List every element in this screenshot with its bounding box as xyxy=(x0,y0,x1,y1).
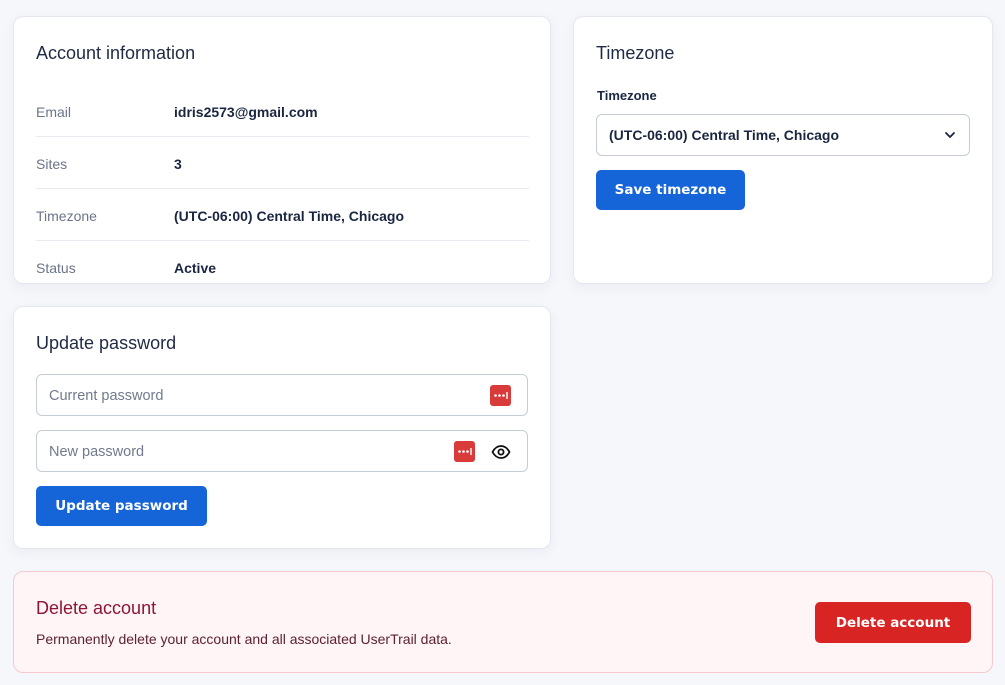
delete-account-button[interactable]: Delete account xyxy=(815,602,971,643)
timezone-select-value: (UTC-06:00) Central Time, Chicago xyxy=(609,127,840,143)
timezone-label: Timezone xyxy=(36,208,97,224)
info-row-sites: Sites 3 xyxy=(36,137,529,189)
new-password-placeholder: New password xyxy=(49,444,145,460)
current-password-input[interactable]: Current password xyxy=(36,374,528,416)
delete-account-title: Delete account xyxy=(36,598,157,618)
sites-value: 3 xyxy=(174,156,182,172)
timezone-card: Timezone Timezone (UTC-06:00) Central Ti… xyxy=(573,16,993,284)
account-information-card: Account information Email idris2573@gmai… xyxy=(13,16,551,284)
eye-icon[interactable] xyxy=(491,443,511,461)
account-information-title: Account information xyxy=(36,43,196,63)
timezone-card-title: Timezone xyxy=(596,43,675,63)
info-row-email: Email idris2573@gmail.com xyxy=(36,85,529,137)
update-password-title: Update password xyxy=(36,333,177,353)
info-row-status: Status Active xyxy=(36,241,529,293)
timezone-select[interactable]: (UTC-06:00) Central Time, Chicago xyxy=(596,114,970,156)
delete-account-description: Permanently delete your account and all … xyxy=(36,631,452,647)
timezone-field-label: Timezone xyxy=(597,88,657,103)
email-label: Email xyxy=(36,104,72,120)
password-manager-icon[interactable] xyxy=(490,385,511,406)
new-password-input[interactable]: New password xyxy=(36,430,528,472)
save-timezone-button[interactable]: Save timezone xyxy=(596,170,745,210)
status-label: Status xyxy=(36,260,76,276)
current-password-placeholder: Current password xyxy=(49,388,164,404)
chevron-down-icon xyxy=(945,132,955,138)
delete-account-card: Delete account Permanently delete your a… xyxy=(13,571,993,673)
password-manager-icon[interactable] xyxy=(454,441,475,462)
sites-label: Sites xyxy=(36,156,68,172)
info-row-timezone: Timezone (UTC-06:00) Central Time, Chica… xyxy=(36,189,529,241)
update-password-card: Update password Current password New pas… xyxy=(13,306,551,549)
status-value: Active xyxy=(174,260,217,276)
update-password-button[interactable]: Update password xyxy=(36,486,207,526)
email-value: idris2573@gmail.com xyxy=(174,104,318,120)
timezone-value: (UTC-06:00) Central Time, Chicago xyxy=(174,208,405,224)
account-info-list: Email idris2573@gmail.com Sites 3 Timezo… xyxy=(36,85,529,293)
